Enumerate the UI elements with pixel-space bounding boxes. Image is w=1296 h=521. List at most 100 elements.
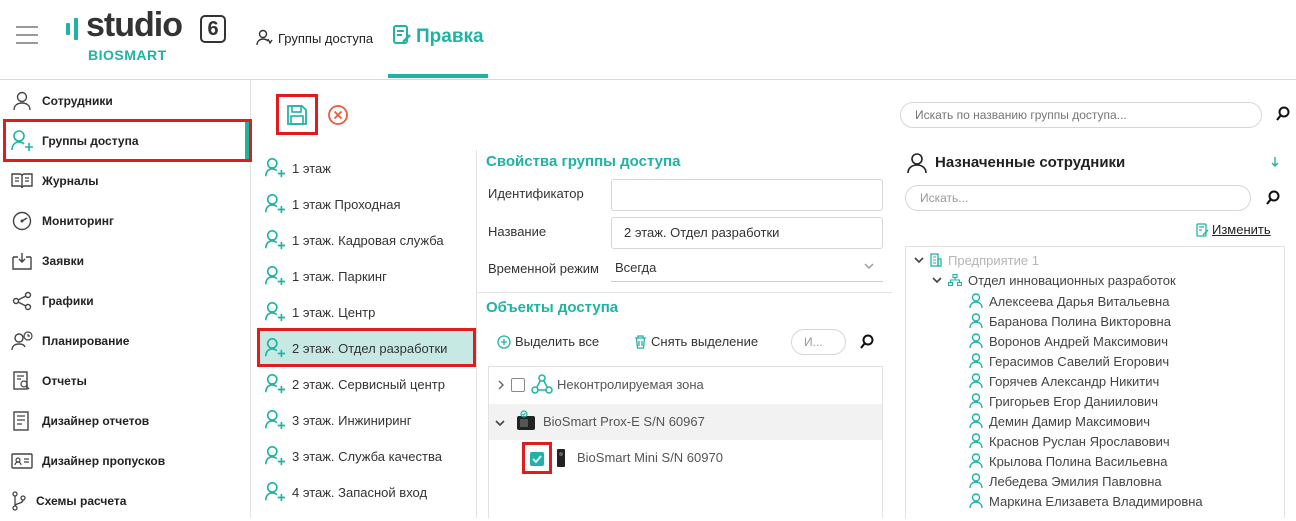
- sidebar-item-calc-schemes[interactable]: Схемы расчета: [0, 481, 251, 521]
- time-mode-select[interactable]: Всегда: [611, 256, 883, 282]
- tree-row-device-prox[interactable]: BioSmart Prox-E S/N 60967: [489, 404, 882, 440]
- employee-row[interactable]: Баранова Полина Викторовна: [969, 311, 1171, 331]
- sidebar-item-label: Дизайнер отчетов: [42, 414, 150, 428]
- change-label: Изменить: [1212, 222, 1271, 237]
- access-objects-title: Объекты доступа: [486, 299, 619, 316]
- book-icon: [0, 172, 42, 190]
- id-label: Идентификатор: [488, 186, 584, 201]
- employee-row[interactable]: Алексеева Дарья Витальевна: [969, 291, 1169, 311]
- employee-row[interactable]: Воронов Андрей Максимович: [969, 331, 1168, 351]
- arrow-down-icon[interactable]: [1270, 156, 1280, 168]
- trash-icon: [634, 334, 647, 349]
- chevron-down-icon[interactable]: [932, 276, 942, 284]
- edit-document-icon: [392, 24, 412, 46]
- chevron-down-icon[interactable]: [495, 419, 505, 427]
- tree-row-org[interactable]: Предприятие 1: [914, 250, 1039, 270]
- search-icon[interactable]: [1275, 106, 1291, 122]
- employee-row[interactable]: Герасимов Савелий Егорович: [969, 351, 1169, 371]
- sidebar-item-label: Заявки: [42, 254, 84, 268]
- group-item[interactable]: 1 этаж. Кадровая служба: [258, 222, 476, 258]
- employee-name: Герасимов Савелий Егорович: [989, 353, 1170, 369]
- user-icon: [969, 333, 983, 349]
- chevron-down-icon[interactable]: [914, 256, 924, 264]
- logo-text: studio: [86, 6, 183, 44]
- group-item[interactable]: 3 этаж. Служба качества: [258, 438, 476, 474]
- select-all-button[interactable]: Выделить все: [497, 334, 599, 349]
- sidebar-item-charts[interactable]: Графики: [0, 281, 251, 321]
- name-field[interactable]: 2 этаж. Отдел разработки: [611, 217, 883, 249]
- zone-network-icon: [531, 373, 553, 395]
- tab-edit-label: Правка: [416, 26, 484, 47]
- user-icon: [969, 493, 983, 509]
- breadcrumb-label: Группы доступа: [278, 30, 374, 46]
- save-button[interactable]: [276, 94, 318, 135]
- sidebar-item-report-designer[interactable]: Дизайнер отчетов: [0, 401, 251, 441]
- id-field[interactable]: [611, 179, 883, 211]
- employee-row[interactable]: Краснов Руслан Ярославович: [969, 431, 1170, 451]
- sidebar-item-reports[interactable]: Отчеты: [0, 361, 251, 401]
- sidebar-item-label: Сотрудники: [42, 94, 113, 108]
- employee-name: Демин Дамир Максимович: [989, 413, 1151, 429]
- group-search-input[interactable]: [900, 102, 1262, 128]
- sidebar-item-monitoring[interactable]: Мониторинг: [0, 201, 251, 241]
- share-icon: [0, 291, 42, 311]
- group-item-label: 1 этаж Проходная: [292, 196, 401, 212]
- cancel-button[interactable]: [327, 104, 349, 126]
- employee-search-input[interactable]: Искать...: [905, 185, 1251, 211]
- employee-row[interactable]: Крылова Полина Васильевна: [969, 451, 1167, 471]
- tab-edit[interactable]: Правка: [388, 18, 488, 78]
- deselect-button[interactable]: Снять выделение: [634, 334, 758, 349]
- sidebar-item-planning[interactable]: Планирование: [0, 321, 251, 361]
- inbox-icon: [0, 252, 42, 270]
- sidebar-item-requests[interactable]: Заявки: [0, 241, 251, 281]
- user-group-add-icon: [258, 301, 292, 323]
- zone-checkbox[interactable]: [511, 378, 525, 392]
- group-item[interactable]: 1 этаж. Центр: [258, 294, 476, 330]
- menu-icon[interactable]: [16, 26, 38, 46]
- employee-name: Лебедева Эмилия Павловна: [989, 473, 1162, 489]
- employee-row[interactable]: Маркина Елизавета Владимировна: [969, 491, 1203, 511]
- group-item-label: 1 этаж. Кадровая служба: [292, 232, 444, 248]
- tree-row-zone[interactable]: Неконтролируемая зона: [489, 367, 882, 403]
- employee-row[interactable]: Григорьев Егор Даниилович: [969, 391, 1158, 411]
- gauge-icon: [0, 211, 42, 231]
- sidebar-item-label: Дизайнер пропусков: [42, 454, 166, 468]
- time-mode-label: Временной режим: [488, 261, 599, 276]
- assigned-employees-title: Назначенные сотрудники: [935, 154, 1126, 171]
- dept-label: Отдел инновационных разработок: [968, 272, 1176, 288]
- org-structure-icon: [948, 274, 962, 286]
- user-icon: [969, 313, 983, 329]
- sidebar-item-employees[interactable]: Сотрудники: [0, 81, 251, 121]
- user-group-add-icon: [258, 265, 292, 287]
- divider: [478, 292, 892, 293]
- plus-circle-icon: [497, 334, 511, 349]
- user-icon: [969, 353, 983, 369]
- group-item[interactable]: 2 этаж. Сервисный центр: [258, 366, 476, 402]
- chevron-right-icon[interactable]: [497, 380, 505, 390]
- sidebar-item-label: Схемы расчета: [36, 494, 127, 508]
- employee-row[interactable]: Демин Дамир Максимович: [969, 411, 1150, 431]
- user-icon: [969, 453, 983, 469]
- sidebar-item-journals[interactable]: Журналы: [0, 161, 251, 201]
- group-item[interactable]: 1 этаж. Паркинг: [258, 258, 476, 294]
- group-item[interactable]: 4 этаж. Запасной вход: [258, 474, 476, 510]
- name-label: Название: [488, 224, 547, 239]
- employee-row[interactable]: Горячев Александр Никитич: [969, 371, 1159, 391]
- user-icon: [0, 91, 42, 111]
- group-item[interactable]: 1 этаж: [258, 150, 476, 186]
- tree-row-dept[interactable]: Отдел инновационных разработок: [932, 270, 1176, 290]
- search-icon[interactable]: [859, 334, 875, 350]
- change-employees-link[interactable]: Изменить: [1196, 222, 1271, 237]
- employee-name: Краснов Руслан Ярославович: [989, 433, 1170, 449]
- search-icon[interactable]: [1265, 190, 1281, 206]
- search-placeholder: И...: [804, 335, 823, 349]
- annotation-highlight-group: [257, 328, 476, 367]
- access-object-search-input[interactable]: И...: [791, 329, 846, 355]
- group-item[interactable]: 3 этаж. Инжиниринг: [258, 402, 476, 438]
- sidebar-item-pass-designer[interactable]: Дизайнер пропусков: [0, 441, 251, 481]
- employee-row[interactable]: Лебедева Эмилия Павловна: [969, 471, 1162, 491]
- breadcrumb-access-groups[interactable]: Группы доступа: [256, 28, 373, 48]
- close-circle-icon: [327, 104, 349, 126]
- user-group-add-icon: [258, 193, 292, 215]
- group-item[interactable]: 1 этаж Проходная: [258, 186, 476, 222]
